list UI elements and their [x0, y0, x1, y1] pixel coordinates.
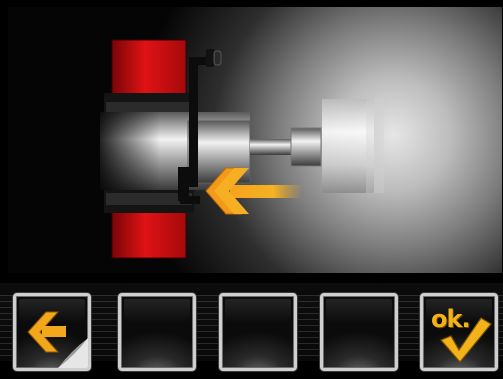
bottom-toolbar: ok.	[0, 283, 503, 379]
back-button[interactable]	[13, 293, 91, 371]
empty-button-3[interactable]	[219, 293, 297, 371]
empty-button-2[interactable]	[118, 293, 196, 371]
empty-button-4[interactable]	[320, 293, 398, 371]
wheel-mount-illustration	[8, 7, 502, 273]
arrow-left-icon	[205, 167, 302, 215]
page-back-arrow-icon	[27, 311, 88, 368]
checkmark-icon	[439, 317, 492, 363]
ok-button[interactable]: ok.	[420, 293, 498, 371]
wheel-clamp-mount-illustration	[100, 39, 384, 259]
balancer-screen: ok.	[0, 0, 503, 379]
